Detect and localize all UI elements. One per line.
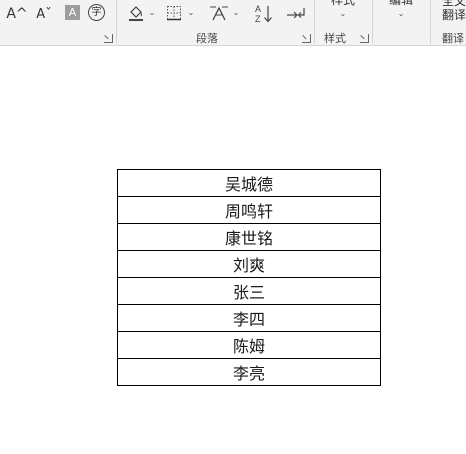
asian-layout-button[interactable] — [208, 3, 230, 23]
table-cell[interactable]: 吴城德 — [117, 169, 381, 197]
sort-icon: A Z — [255, 4, 272, 24]
chevron-down-icon[interactable]: ⌄ — [148, 9, 156, 17]
table-row: 刘爽 — [117, 250, 381, 278]
full-text-translate-button[interactable]: 全文 — [442, 0, 466, 8]
table-row: 陈姆 — [117, 331, 381, 359]
chevron-down-icon[interactable]: ⌄ — [187, 9, 195, 17]
svg-text:A: A — [255, 4, 261, 14]
table-cell[interactable]: 张三 — [117, 277, 381, 305]
styles-group-label: 样式 — [324, 32, 346, 45]
table-cell[interactable]: 陈姆 — [117, 331, 381, 359]
names-table: 吴城德 周鸣轩 康世铭 刘爽 张三 李四 陈姆 李亮 — [117, 169, 381, 386]
chevron-down-icon[interactable]: ⌄ — [339, 10, 347, 18]
translate-group-label: 翻译 — [442, 32, 464, 45]
chevron-down-icon[interactable]: ⌄ — [232, 9, 240, 17]
table-row: 李四 — [117, 304, 381, 332]
grow-font-button[interactable]: A^ — [6, 6, 28, 22]
table-cell[interactable]: 康世铭 — [117, 223, 381, 251]
show-hide-marks-button[interactable] — [285, 4, 307, 24]
sort-button[interactable]: A Z — [252, 3, 274, 25]
shrink-font-button[interactable]: Aˇ — [33, 6, 55, 22]
styles-button[interactable]: 样式 — [328, 0, 358, 7]
chevron-down-icon[interactable]: ⌄ — [397, 10, 405, 18]
document-page[interactable]: 吴城德 周鸣轩 康世铭 刘爽 张三 李四 陈姆 李亮 — [0, 46, 466, 454]
table-row: 李亮 — [117, 358, 381, 386]
table-cell[interactable]: 刘爽 — [117, 250, 381, 278]
table-row: 张三 — [117, 277, 381, 305]
borders-icon — [167, 6, 181, 21]
paragraph-mark-icon — [287, 8, 305, 19]
paragraph-dialog-launcher-icon[interactable] — [302, 34, 311, 43]
table-cell[interactable]: 周鸣轩 — [117, 196, 381, 224]
character-shading-button[interactable]: A — [65, 5, 80, 20]
group-separator — [116, 0, 117, 44]
full-text-translate-label: 翻译 — [442, 8, 466, 22]
svg-text:Z: Z — [255, 14, 261, 24]
paragraph-group-label: 段落 — [196, 32, 218, 45]
borders-button[interactable] — [164, 4, 184, 22]
paint-bucket-icon — [129, 6, 143, 21]
editing-button[interactable]: 编辑 — [386, 0, 416, 7]
enclose-characters-button[interactable]: 字 — [88, 4, 105, 21]
styles-dialog-launcher-icon[interactable] — [360, 34, 369, 43]
ribbon-toolbar: A^ Aˇ A 字 ⌄ ⌄ ⌄ A Z 段落 样式 ⌄ 样式 编辑 ⌄ 全文 翻… — [0, 0, 466, 46]
table-row: 周鸣轩 — [117, 196, 381, 224]
table-cell[interactable]: 李亮 — [117, 358, 381, 386]
group-separator — [372, 0, 373, 44]
group-separator — [314, 0, 315, 44]
table-row: 康世铭 — [117, 223, 381, 251]
table-row: 吴城德 — [117, 169, 381, 197]
table-cell[interactable]: 李四 — [117, 304, 381, 332]
group-separator — [430, 0, 431, 44]
asian-layout-icon — [210, 6, 228, 21]
font-dialog-launcher-icon[interactable] — [104, 34, 113, 43]
shading-button[interactable] — [126, 4, 146, 22]
